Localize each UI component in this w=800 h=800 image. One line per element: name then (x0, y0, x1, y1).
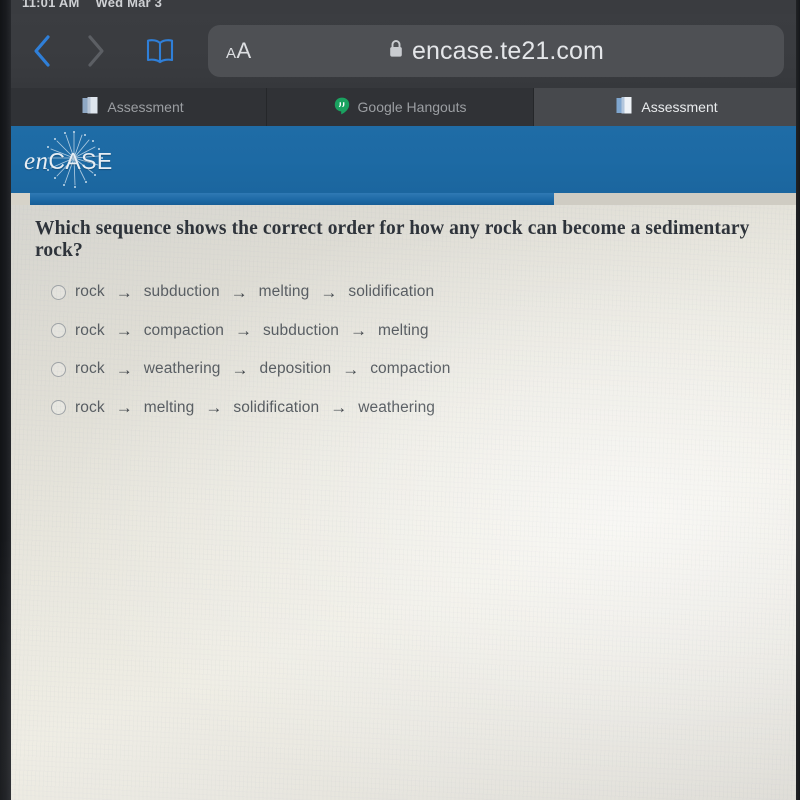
browser-toolbar: AA encase.te21.com (0, 14, 800, 88)
browser-tab-label: Assessment (641, 99, 718, 115)
answer-option[interactable]: rock → subduction → melting → solidification (51, 273, 751, 312)
answer-option-term: subduction (262, 321, 339, 339)
lock-icon (388, 37, 404, 66)
browser-tab-assessment-1[interactable]: Assessment (0, 88, 267, 126)
progress-track (30, 193, 800, 205)
answer-options-list: rock → subduction → melting → solidification ro… (51, 273, 751, 427)
arrow-right-icon: → (342, 359, 360, 379)
answer-option-term: compaction (370, 360, 451, 378)
browser-tab-strip: Assessment Google Hangouts Assessment (0, 88, 800, 126)
arrow-right-icon: → (234, 321, 252, 341)
answer-option-term: compaction (143, 321, 224, 339)
browser-tab-label: Google Hangouts (357, 99, 467, 115)
chevron-left-icon (31, 34, 53, 68)
answer-option[interactable]: rock → melting → solidification → weathering (51, 389, 751, 428)
address-bar[interactable]: AA encase.te21.com (208, 25, 784, 77)
answer-option-term: rock (75, 360, 105, 378)
arrow-right-icon: → (115, 398, 133, 418)
arrow-right-icon: → (115, 282, 133, 302)
tablet-photo: 11:01 AM Wed Mar 3 A A encase.te21.com A… (0, 0, 800, 800)
url-text: encase.te21.com (412, 36, 604, 65)
browser-tab-label: Assessment (107, 99, 184, 115)
browser-tab-assessment-2[interactable]: Assessment (534, 88, 800, 126)
answer-option[interactable]: rock → compaction → subduction → melting (51, 312, 751, 351)
assessment-progress-bar (11, 193, 800, 205)
answer-option-term: rock (75, 283, 105, 301)
back-button[interactable] (16, 25, 68, 77)
arrow-right-icon: → (115, 359, 133, 379)
answer-option-term: solidification (233, 398, 320, 416)
answer-option-term: rock (75, 398, 105, 416)
answer-option-radio[interactable] (51, 400, 66, 416)
answer-option-term: melting (377, 321, 429, 339)
forward-button[interactable] (70, 25, 122, 77)
answer-option-radio[interactable] (51, 284, 66, 300)
bookmarks-button[interactable] (134, 25, 186, 77)
arrow-right-icon: → (230, 282, 248, 302)
answer-option-radio[interactable] (51, 361, 66, 377)
app-logo-text: enCASE (24, 148, 113, 176)
answer-option-radio[interactable] (51, 323, 66, 339)
arrow-right-icon: → (349, 321, 367, 341)
answer-option-term: weathering (143, 360, 221, 378)
arrow-right-icon: → (205, 398, 223, 418)
browser-tab-google-hangouts[interactable]: Google Hangouts (267, 88, 534, 126)
document-icon (82, 96, 99, 118)
book-icon (145, 38, 175, 64)
arrow-right-icon: → (320, 282, 338, 302)
answer-option-term: deposition (259, 360, 332, 378)
answer-option-term: solidification (348, 283, 435, 301)
device-bezel-right (796, 0, 800, 800)
progress-fill (30, 193, 554, 205)
answer-option-term: rock (75, 321, 105, 339)
answer-option-term: weathering (358, 398, 436, 416)
arrow-right-icon: → (231, 359, 249, 379)
hangouts-icon (334, 97, 350, 118)
arrow-right-icon: → (115, 321, 133, 341)
answer-option-term: melting (258, 283, 310, 301)
chevron-right-icon (85, 34, 107, 68)
status-bar-time: 11:01 AM (22, 0, 80, 10)
device-bezel-left (0, 0, 11, 800)
quiz-page: Which sequence shows the correct order f… (11, 205, 800, 800)
app-logo-suffix: CASE (48, 148, 113, 174)
answer-option-term: subduction (143, 283, 220, 301)
question-text: Which sequence shows the correct order f… (35, 218, 750, 261)
ios-status-bar: 11:01 AM Wed Mar 3 (0, 0, 800, 14)
status-bar-date: Wed Mar 3 (95, 0, 163, 10)
app-header: enCASE (11, 126, 800, 193)
text-size-button[interactable]: AA (226, 40, 252, 62)
answer-option-term: melting (143, 398, 195, 416)
document-icon (616, 96, 633, 118)
text-size-small-a: A (226, 45, 237, 62)
answer-option[interactable]: rock → weathering → deposition → compaction (51, 350, 751, 389)
text-size-large-a: A (236, 38, 252, 63)
arrow-right-icon: → (330, 398, 348, 418)
app-logo-prefix: en (24, 148, 49, 175)
